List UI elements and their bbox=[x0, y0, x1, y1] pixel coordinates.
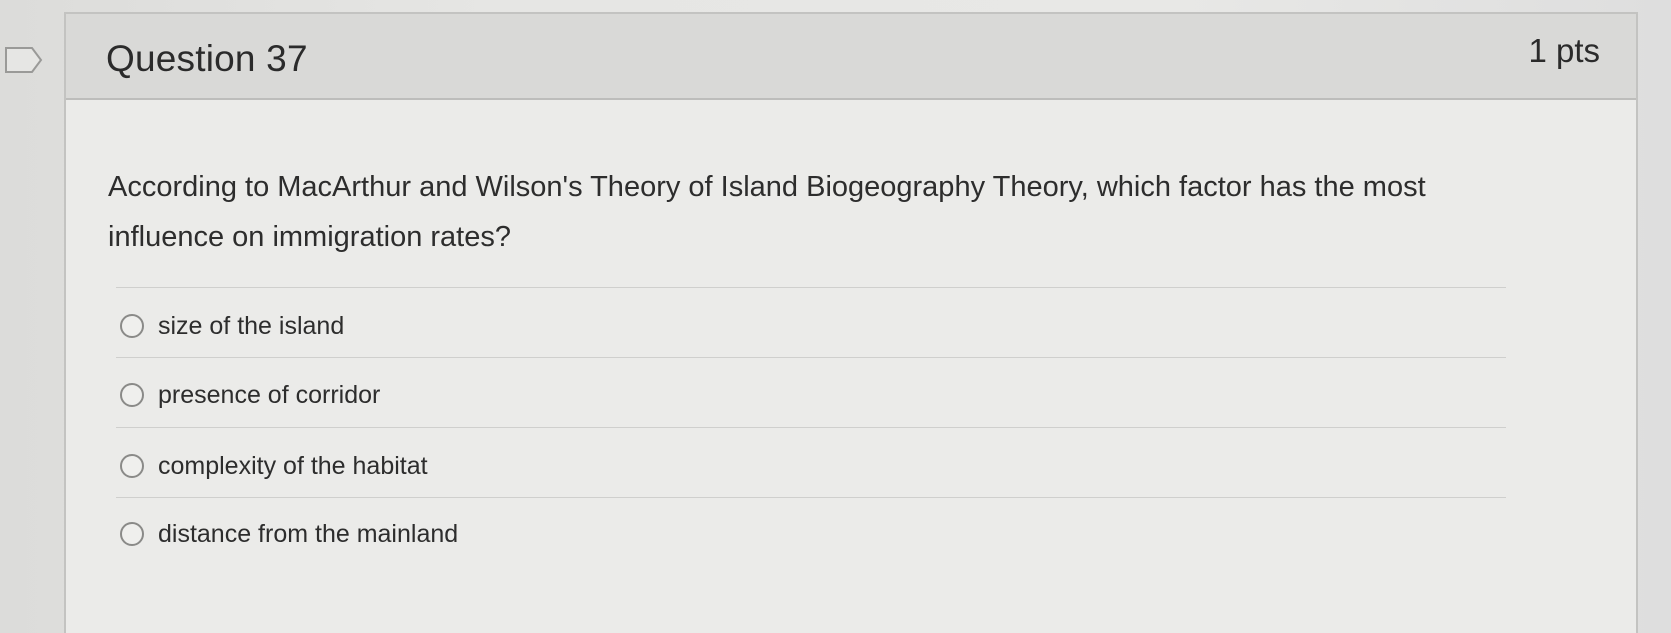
divider bbox=[116, 287, 1506, 288]
answer-option[interactable]: complexity of the habitat bbox=[120, 446, 428, 486]
divider bbox=[116, 497, 1506, 498]
radio-unselected-icon[interactable] bbox=[120, 314, 144, 338]
question-header: Question 37 1 pts bbox=[66, 14, 1636, 100]
divider bbox=[116, 357, 1506, 358]
answer-option[interactable]: presence of corridor bbox=[120, 375, 380, 415]
question-title: Question 37 bbox=[106, 38, 308, 79]
answer-option-label: complexity of the habitat bbox=[158, 451, 428, 480]
radio-unselected-icon[interactable] bbox=[120, 522, 144, 546]
radio-unselected-icon[interactable] bbox=[120, 383, 144, 407]
answer-option-label: size of the island bbox=[158, 311, 345, 340]
answer-option[interactable]: distance from the mainland bbox=[120, 514, 458, 554]
radio-unselected-icon[interactable] bbox=[120, 454, 144, 478]
question-points: 1 pts bbox=[1528, 32, 1600, 69]
answer-option[interactable]: size of the island bbox=[120, 306, 344, 346]
divider bbox=[116, 427, 1506, 428]
quiz-page: Question 37 1 pts According to MacArthur… bbox=[0, 0, 1671, 633]
question-card: Question 37 1 pts According to MacArthur… bbox=[64, 12, 1638, 633]
answer-option-label: distance from the mainland bbox=[158, 519, 459, 548]
flag-question-icon[interactable] bbox=[4, 46, 44, 74]
question-text: According to MacArthur and Wilson's Theo… bbox=[108, 171, 1426, 253]
answer-option-label: presence of corridor bbox=[158, 380, 381, 409]
